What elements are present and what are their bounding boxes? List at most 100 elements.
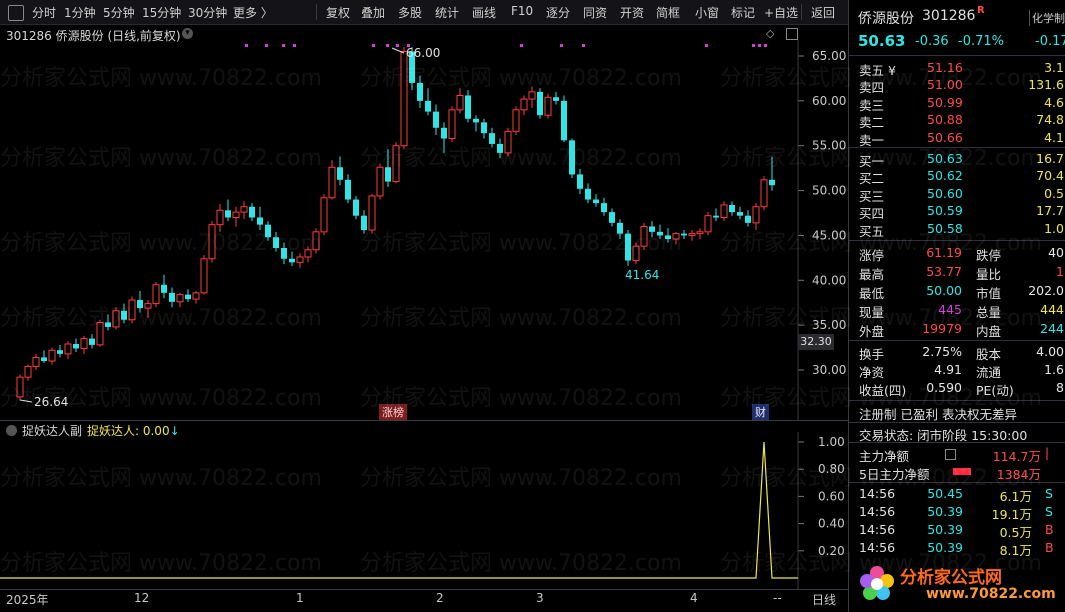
tick-price: 50.39 — [927, 504, 963, 519]
candle-body — [128, 299, 136, 321]
candle-body — [704, 215, 712, 233]
toolbar-item-14[interactable]: 开资 — [620, 4, 644, 21]
x-tick-label: 3 — [536, 591, 544, 605]
bid-price: 50.63 — [927, 151, 963, 166]
candle-body — [392, 145, 400, 183]
menu-icon[interactable] — [8, 5, 24, 21]
candle-body — [577, 174, 583, 189]
toolbar-item-18[interactable]: +自选 — [764, 4, 798, 21]
flow-bar — [953, 468, 971, 475]
candle-body — [729, 204, 735, 213]
stock-code: 301286 — [922, 8, 976, 24]
ind-tick-label: 0.20 — [818, 544, 845, 558]
ask-volume: 131.6 — [1028, 77, 1064, 93]
stat-value: 53.77 — [926, 264, 962, 279]
candle-body — [225, 210, 231, 218]
candle-body — [752, 206, 760, 224]
candle-body — [400, 51, 408, 147]
signal-dot — [764, 44, 767, 47]
y-tick-label: 50.00 — [812, 184, 846, 198]
candle-body — [289, 258, 295, 263]
toolbar-separator-0 — [316, 4, 317, 20]
x-axis: 2025年 12 1 2 3 4 -- 日线 — [0, 591, 848, 611]
candle-body — [73, 343, 79, 349]
candle-body — [585, 188, 591, 200]
candle-body — [353, 199, 359, 216]
candle-body — [425, 100, 431, 112]
tick-side: B — [1045, 522, 1054, 537]
candle-body — [48, 349, 56, 362]
x-tick-label: 1 — [296, 591, 304, 605]
chevron-down-icon[interactable]: ▾ — [182, 28, 193, 39]
toolbar-item-5[interactable]: 更多 〉 — [233, 4, 273, 21]
ask-volume: 3.1 — [1044, 60, 1064, 75]
stat-label: 外盘 — [859, 324, 885, 339]
candle-body — [80, 338, 88, 349]
stat-label: 涨停 — [859, 248, 885, 263]
toolbar-item-11[interactable]: F10 — [511, 4, 533, 18]
signal-dot — [386, 44, 389, 47]
candle-body — [376, 166, 384, 197]
ind-tick-label: 0.80 — [818, 462, 845, 476]
stat-value: 1.6 — [1044, 362, 1064, 377]
stat-value: 40 — [1048, 245, 1064, 260]
toolbar-item-10[interactable]: 画线 — [472, 4, 496, 21]
divider-ticks — [849, 482, 1065, 483]
toolbar-item-13[interactable]: 同资 — [583, 4, 607, 21]
flow-detail-icon[interactable] — [945, 449, 956, 460]
candle-body — [169, 292, 175, 302]
toolbar-item-1[interactable]: 1分钟 — [64, 4, 96, 21]
candle-body — [144, 303, 152, 309]
toolbar-item-16[interactable]: 小窗 — [695, 4, 719, 21]
stat-label: 市值 — [976, 286, 1002, 301]
x-tick-label: 12 — [134, 591, 150, 605]
ask-volume: 4.1 — [1044, 129, 1064, 145]
candle-body — [121, 310, 127, 320]
candle-body — [504, 130, 512, 154]
toolbar-item-12[interactable]: 逐分 — [546, 4, 570, 21]
bid-volume: 0.5 — [1044, 185, 1064, 201]
start-price-label: 26.64 — [34, 395, 68, 409]
candle-body — [456, 94, 464, 111]
candle-body — [760, 179, 768, 208]
toolbar-item-2[interactable]: 5分钟 — [103, 4, 135, 21]
x-tick-label: 2025年 — [6, 593, 49, 607]
industry-tab[interactable]: 化学制 — [1029, 10, 1065, 26]
tick-volume: 8.1万 — [999, 543, 1032, 558]
high-price-label: 66.00 — [406, 46, 440, 60]
toolbar-item-8[interactable]: 多股 — [398, 4, 422, 21]
candle-body — [152, 284, 160, 305]
stat-value: 244 — [1040, 321, 1064, 336]
period-label[interactable]: 日线 — [812, 591, 836, 608]
stat-label: 股本 — [976, 347, 1002, 362]
stat-value: 445 — [938, 302, 962, 317]
ask-label: 卖三 — [859, 97, 885, 113]
toolbar-item-6[interactable]: 复权 — [326, 4, 350, 21]
event-tag-finance[interactable]: 财 — [752, 404, 769, 420]
high-pointer — [391, 47, 405, 54]
toolbar-item-4[interactable]: 30分钟 — [188, 4, 227, 21]
last-price: 50.63 — [858, 32, 906, 50]
toolbar-item-9[interactable]: 统计 — [435, 4, 459, 21]
toolbar-item-19[interactable]: 返回 — [811, 4, 835, 21]
candle-body — [481, 122, 487, 134]
toolbar-item-7[interactable]: 叠加 — [361, 4, 385, 21]
candle-body — [137, 300, 143, 309]
stat-label: 净资 — [859, 365, 885, 380]
stat-value: 444 — [1040, 302, 1064, 317]
diamond-icon[interactable]: ◇ — [766, 27, 774, 40]
candle-body — [185, 294, 191, 300]
divider-book — [849, 147, 1065, 148]
candle-body — [208, 224, 216, 260]
panel-divider — [0, 420, 848, 421]
candle-body — [216, 209, 224, 226]
event-tag-limit-board[interactable]: 涨榜 — [379, 404, 407, 420]
toolbar-item-3[interactable]: 15分钟 — [142, 4, 181, 21]
window-icon[interactable] — [786, 28, 798, 40]
toolbar-item-15[interactable]: 简框 — [656, 4, 680, 21]
price-change: -0.36 — [915, 34, 949, 49]
stat-value: 50.00 — [926, 283, 962, 298]
toolbar-item-0[interactable]: 分时 — [32, 4, 56, 21]
toolbar-item-17[interactable]: 标记 — [731, 4, 755, 21]
ask-label: 卖二 — [859, 115, 885, 131]
